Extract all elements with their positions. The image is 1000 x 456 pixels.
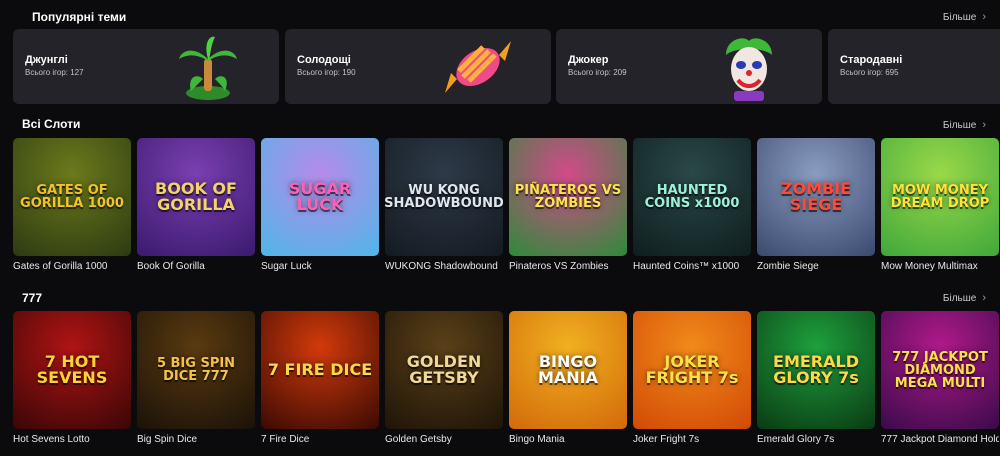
game-logo: HAUNTED COINS x1000 — [644, 183, 740, 211]
game-name: Golden Getsby — [385, 434, 452, 445]
game-name: WUKONG Shadowbound — [385, 261, 498, 272]
sevens-more-link[interactable]: Більше › — [943, 292, 986, 304]
theme-card-ancient[interactable]: Стародавні Всього ігор: 695 — [828, 29, 1000, 104]
game-name: 777 Jackpot Diamond Hold and Win — [881, 434, 999, 445]
sevens-title: 777 — [22, 291, 43, 305]
game-name: Hot Sevens Lotto — [13, 434, 90, 445]
game-card[interactable]: 5 BIG SPIN DICE 777 Big Spin Dice — [137, 311, 255, 445]
game-thumbnail[interactable]: JOKER FRIGHT 7s — [633, 311, 751, 429]
game-name: Big Spin Dice — [137, 434, 198, 445]
game-name: Mow Money Multimax — [881, 261, 978, 272]
game-logo: GATES OF GORILLA 1000 — [20, 183, 124, 211]
game-name: Zombie Siege — [757, 261, 819, 272]
popular-themes-more-link[interactable]: Більше › — [943, 11, 986, 23]
all-slots-title: Всі Слоти — [22, 117, 81, 131]
game-card[interactable]: HAUNTED COINS x1000 Haunted Coins™ x1000 — [633, 138, 751, 272]
chevron-right-icon: › — [982, 11, 986, 23]
game-card[interactable]: 7 FIRE DICE 7 Fire Dice — [261, 311, 379, 445]
game-thumbnail[interactable]: ZOMBIE SIEGE — [757, 138, 875, 256]
game-thumbnail[interactable]: 7 HOT SEVENS — [13, 311, 131, 429]
game-card[interactable]: GATES OF GORILLA 1000 Gates of Gorilla 10… — [13, 138, 131, 272]
all-slots-more-link[interactable]: Більше › — [943, 119, 986, 131]
game-thumbnail[interactable]: SUGAR LUCK — [261, 138, 379, 256]
game-logo: JOKER FRIGHT 7s — [645, 352, 739, 387]
game-card[interactable]: EMERALD GLORY 7s Emerald Glory 7s — [757, 311, 875, 445]
game-logo: EMERALD GLORY 7s — [773, 352, 859, 387]
game-thumbnail[interactable]: 5 BIG SPIN DICE 777 — [137, 311, 255, 429]
game-card[interactable]: PIÑATEROS VS ZOMBIES Pinateros VS Zombies — [509, 138, 627, 272]
game-logo: 7 FIRE DICE — [267, 360, 373, 379]
game-logo: 777 JACKPOT DIAMOND MEGA MULTI — [892, 349, 988, 391]
game-logo: BOOK OF GORILLA — [155, 179, 237, 214]
game-thumbnail[interactable]: HAUNTED COINS x1000 — [633, 138, 751, 256]
game-logo: PIÑATEROS VS ZOMBIES — [514, 183, 622, 211]
more-label: Більше — [942, 11, 977, 23]
game-card[interactable]: SUGAR LUCK Sugar Luck — [261, 138, 379, 272]
theme-name: Джунглі — [25, 54, 68, 66]
game-thumbnail[interactable]: MOW MONEY DREAM DROP — [881, 138, 999, 256]
game-name: Joker Fright 7s — [633, 434, 700, 445]
candy-icon — [445, 41, 511, 93]
game-name: Sugar Luck — [261, 261, 312, 272]
game-card[interactable]: WU KONG SHADOWBOUND WUKONG Shadowbound — [385, 138, 503, 272]
game-card[interactable]: BOOK OF GORILLA Book Of Gorilla — [137, 138, 255, 272]
game-logo: 5 BIG SPIN DICE 777 — [156, 356, 236, 384]
joker-icon — [726, 38, 772, 101]
game-thumbnail[interactable]: GOLDEN GETSBY — [385, 311, 503, 429]
theme-card-jungle[interactable]: Джунглі Всього ігор: 127 — [13, 29, 279, 104]
game-logo: GOLDEN GETSBY — [406, 352, 482, 387]
game-card[interactable]: 777 JACKPOT DIAMOND MEGA MULTI 777 Jackpo… — [881, 311, 999, 445]
game-card[interactable]: ZOMBIE SIEGE Zombie Siege — [757, 138, 875, 272]
game-card[interactable]: 7 HOT SEVENS Hot Sevens Lotto — [13, 311, 131, 445]
more-label: Більше — [942, 119, 977, 131]
game-logo: SUGAR LUCK — [288, 179, 352, 214]
game-logo: BINGO MANIA — [537, 352, 599, 387]
sevens-row: 7 HOT SEVENS Hot Sevens Lotto 5 BIG SPIN D… — [13, 311, 1000, 451]
theme-count: Всього ігор: 209 — [568, 68, 627, 77]
game-thumbnail[interactable]: 777 JACKPOT DIAMOND MEGA MULTI — [881, 311, 999, 429]
game-thumbnail[interactable]: WU KONG SHADOWBOUND — [385, 138, 503, 256]
game-card[interactable]: GOLDEN GETSBY Golden Getsby — [385, 311, 503, 445]
game-card[interactable]: BINGO MANIA Bingo Mania — [509, 311, 627, 445]
theme-name: Джокер — [568, 54, 609, 66]
game-thumbnail[interactable]: BINGO MANIA — [509, 311, 627, 429]
game-card[interactable]: MOW MONEY DREAM DROP Mow Money Multimax — [881, 138, 999, 272]
chevron-right-icon: › — [982, 292, 986, 304]
theme-count: Всього ігор: 127 — [25, 68, 84, 77]
game-name: Pinateros VS Zombies — [509, 261, 609, 272]
game-thumbnail[interactable]: GATES OF GORILLA 1000 — [13, 138, 131, 256]
game-thumbnail[interactable]: BOOK OF GORILLA — [137, 138, 255, 256]
game-name: Book Of Gorilla — [137, 261, 205, 272]
game-name: 7 Fire Dice — [261, 434, 310, 445]
game-thumbnail[interactable]: EMERALD GLORY 7s — [757, 311, 875, 429]
themes-carousel: Джунглі Всього ігор: 127 Солодощі Всього… — [13, 29, 1000, 104]
game-thumbnail[interactable]: 7 FIRE DICE — [261, 311, 379, 429]
theme-name: Солодощі — [297, 54, 351, 66]
game-name: Haunted Coins™ x1000 — [633, 261, 740, 272]
theme-card-sweets[interactable]: Солодощі Всього ігор: 190 — [285, 29, 551, 104]
more-label: Більше — [942, 292, 977, 304]
theme-count: Всього ігор: 695 — [840, 68, 899, 77]
game-logo: WU KONG SHADOWBOUND — [385, 183, 503, 211]
theme-count: Всього ігор: 190 — [297, 68, 356, 77]
palm-tree-icon — [179, 36, 237, 100]
game-logo: MOW MONEY DREAM DROP — [890, 183, 990, 211]
game-name: Bingo Mania — [509, 434, 565, 445]
popular-themes-title: Популярні теми — [32, 10, 127, 24]
chevron-right-icon: › — [982, 119, 986, 131]
game-logo: ZOMBIE SIEGE — [780, 179, 852, 214]
game-name: Gates of Gorilla 1000 — [13, 261, 108, 272]
game-logo: 7 HOT SEVENS — [36, 352, 108, 387]
game-card[interactable]: JOKER FRIGHT 7s Joker Fright 7s — [633, 311, 751, 445]
all-slots-row: GATES OF GORILLA 1000 Gates of Gorilla 10… — [13, 138, 1000, 278]
theme-card-joker[interactable]: Джокер Всього ігор: 209 — [556, 29, 822, 104]
game-name: Emerald Glory 7s — [757, 434, 835, 445]
game-thumbnail[interactable]: PIÑATEROS VS ZOMBIES — [509, 138, 627, 256]
theme-name: Стародавні — [840, 54, 903, 66]
